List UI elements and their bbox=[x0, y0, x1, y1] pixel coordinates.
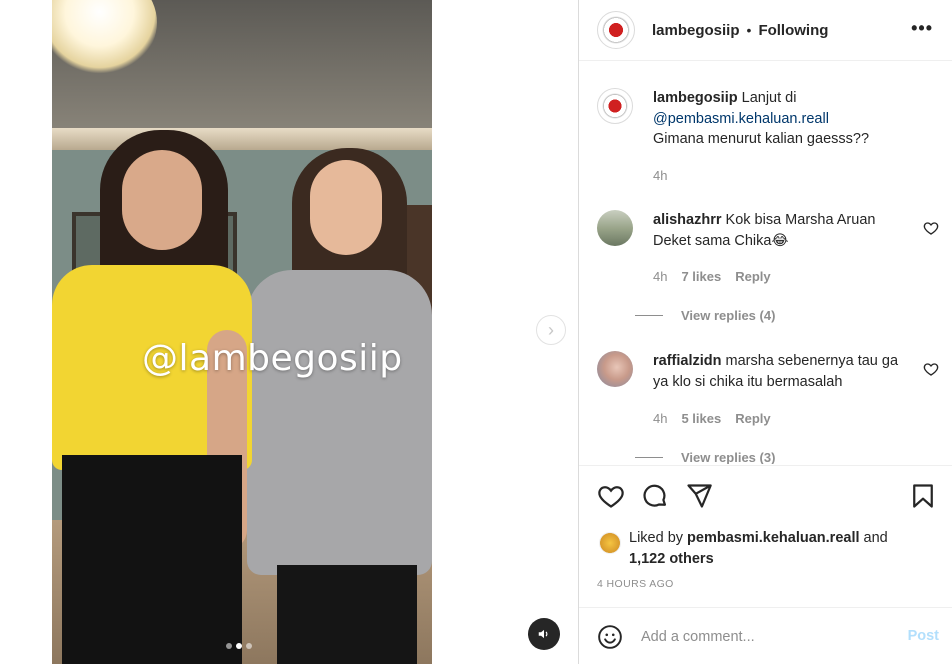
emoji-icon[interactable] bbox=[597, 624, 623, 650]
caption-avatar[interactable] bbox=[597, 88, 633, 124]
replies-divider bbox=[635, 315, 663, 316]
replies-divider bbox=[635, 457, 663, 458]
caption-body: lambegosiip Lanjut di @pembasmi.kehaluan… bbox=[653, 88, 915, 150]
post-video[interactable]: @lambegosiip bbox=[52, 0, 432, 664]
comment-like-icon[interactable] bbox=[923, 220, 939, 236]
post-header: lambegosiip • Following ••• bbox=[579, 0, 952, 61]
caption-username[interactable]: lambegosiip bbox=[653, 90, 738, 106]
comment-body: alishazhrr Kok bisa Marsha Aruan Deket s… bbox=[653, 210, 915, 251]
comment-meta: 4h 7 likes Reply bbox=[653, 269, 771, 284]
brand-logo-icon bbox=[602, 93, 628, 119]
carousel-indicator bbox=[226, 643, 252, 649]
carousel-dot-active bbox=[236, 643, 242, 649]
caption-meta: 4h bbox=[653, 168, 667, 183]
share-icon[interactable] bbox=[685, 482, 713, 510]
comment-meta: 4h 5 likes Reply bbox=[653, 411, 771, 426]
liker-username[interactable]: pembasmi.kehaluan.reall bbox=[687, 530, 859, 546]
comment-body: raffialzidn marsha sebenernya tau ga ya … bbox=[653, 351, 915, 392]
comment-likes[interactable]: 7 likes bbox=[681, 269, 721, 284]
person-right-pants bbox=[277, 565, 417, 664]
person-right-face bbox=[310, 160, 382, 255]
scene-molding bbox=[52, 128, 432, 150]
more-horizontal-icon: ••• bbox=[911, 18, 933, 38]
bookmark-icon[interactable] bbox=[909, 482, 937, 510]
commenter-avatar[interactable] bbox=[597, 210, 633, 246]
caption-time[interactable]: 4h bbox=[653, 168, 667, 183]
view-replies-label: View replies (3) bbox=[681, 450, 776, 464]
author-avatar[interactable] bbox=[597, 11, 635, 49]
comment-reply-button[interactable]: Reply bbox=[735, 269, 770, 284]
person-left-pants bbox=[62, 455, 242, 664]
comment-icon[interactable] bbox=[641, 482, 669, 510]
author-username[interactable]: lambegosiip bbox=[652, 22, 740, 39]
heart-icon[interactable] bbox=[597, 482, 625, 510]
carousel-dot bbox=[226, 643, 232, 649]
comment-reply-button[interactable]: Reply bbox=[735, 411, 770, 426]
add-comment-bar: Post bbox=[579, 607, 952, 664]
caption-text: Lanjut di bbox=[741, 90, 797, 106]
post-media-area: @lambegosiip › bbox=[0, 0, 578, 664]
video-watermark: @lambegosiip bbox=[142, 338, 403, 379]
next-slide-button[interactable]: › bbox=[536, 315, 566, 345]
speaker-icon bbox=[538, 629, 548, 639]
comment-time[interactable]: 4h bbox=[653, 269, 667, 284]
more-options-button[interactable]: ••• bbox=[911, 18, 933, 39]
comment-time[interactable]: 4h bbox=[653, 411, 667, 426]
action-icons bbox=[597, 482, 713, 510]
post-actions: Liked by pembasmi.kehaluan.reall and 1,1… bbox=[579, 465, 952, 607]
brand-logo-icon bbox=[602, 16, 630, 44]
likes-text: Liked by pembasmi.kehaluan.reall and 1,1… bbox=[629, 528, 929, 569]
audio-toggle-button[interactable] bbox=[528, 618, 560, 650]
view-replies-label: View replies (4) bbox=[681, 308, 776, 323]
likes-conjunction: and bbox=[863, 530, 888, 546]
comment-username[interactable]: alishazhrr bbox=[653, 212, 722, 228]
likes-others-link[interactable]: 1,122 others bbox=[629, 551, 714, 567]
carousel-dot bbox=[246, 643, 252, 649]
view-replies-button[interactable]: View replies (4) bbox=[635, 308, 775, 323]
view-replies-button[interactable]: View replies (3) bbox=[635, 450, 775, 464]
likes-prefix: Liked by bbox=[629, 530, 684, 546]
person-left-face bbox=[122, 150, 202, 250]
header-separator: • bbox=[746, 22, 752, 38]
comment-like-icon[interactable] bbox=[923, 361, 939, 377]
person-right-sweater bbox=[247, 270, 432, 575]
likes-summary: Liked by pembasmi.kehaluan.reall and 1,1… bbox=[599, 528, 929, 569]
comment-likes[interactable]: 5 likes bbox=[681, 411, 721, 426]
post-side-panel: lambegosiip • Following ••• lambegosiip … bbox=[578, 0, 952, 664]
comment-input[interactable] bbox=[641, 625, 881, 649]
comment-username[interactable]: raffialzidn bbox=[653, 353, 721, 369]
post-comment-button[interactable]: Post bbox=[908, 628, 939, 644]
following-button[interactable]: Following bbox=[758, 22, 828, 39]
caption-mention-link[interactable]: @pembasmi.kehaluan.reall bbox=[653, 111, 829, 127]
comments-list[interactable]: lambegosiip Lanjut di @pembasmi.kehaluan… bbox=[579, 62, 952, 464]
commenter-avatar[interactable] bbox=[597, 351, 633, 387]
caption-text-line2: Gimana menurut kalian gaesss?? bbox=[653, 131, 870, 147]
post-timestamp[interactable]: 4 HOURS AGO bbox=[597, 578, 674, 590]
liker-avatar[interactable] bbox=[599, 532, 621, 554]
chevron-right-icon: › bbox=[548, 319, 554, 340]
